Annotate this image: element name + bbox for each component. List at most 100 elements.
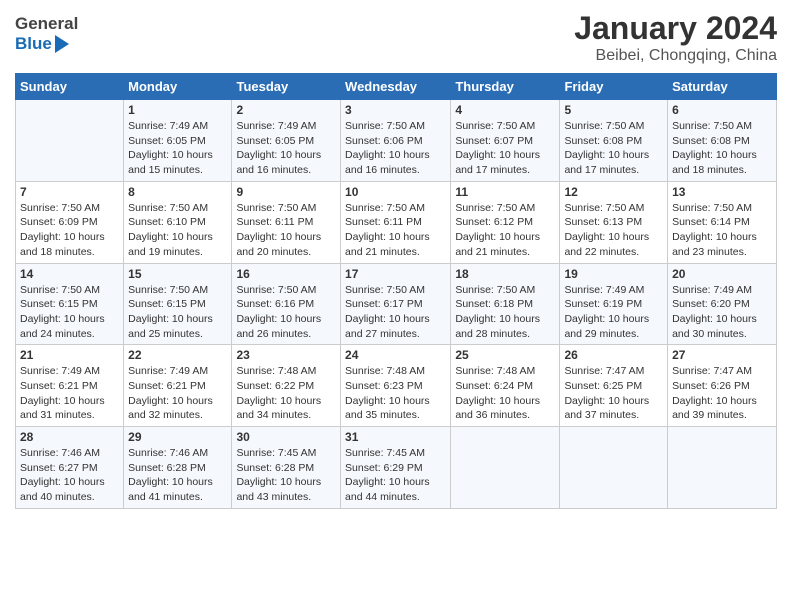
cell-info: Sunrise: 7:47 AM Sunset: 6:26 PM Dayligh… <box>672 364 772 423</box>
day-number: 13 <box>672 185 772 199</box>
sunrise-text: Sunrise: 7:50 AM <box>455 120 535 132</box>
sunset-text: Sunset: 6:28 PM <box>128 462 206 474</box>
daylight-text: Daylight: 10 hours and 41 minutes. <box>128 476 213 503</box>
day-number: 2 <box>236 103 336 117</box>
sunrise-text: Sunrise: 7:50 AM <box>455 202 535 214</box>
cell-info: Sunrise: 7:48 AM Sunset: 6:24 PM Dayligh… <box>455 364 555 423</box>
cell-info: Sunrise: 7:50 AM Sunset: 6:16 PM Dayligh… <box>236 283 336 342</box>
daylight-text: Daylight: 10 hours and 31 minutes. <box>20 395 105 422</box>
sunset-text: Sunset: 6:27 PM <box>20 462 98 474</box>
day-number: 5 <box>564 103 663 117</box>
cell-info: Sunrise: 7:50 AM Sunset: 6:15 PM Dayligh… <box>20 283 119 342</box>
day-number: 19 <box>564 267 663 281</box>
cell-info: Sunrise: 7:46 AM Sunset: 6:27 PM Dayligh… <box>20 446 119 505</box>
day-number: 25 <box>455 348 555 362</box>
cell-info: Sunrise: 7:49 AM Sunset: 6:21 PM Dayligh… <box>128 364 227 423</box>
day-number: 3 <box>345 103 446 117</box>
sunrise-text: Sunrise: 7:50 AM <box>564 202 644 214</box>
cell-info: Sunrise: 7:50 AM Sunset: 6:08 PM Dayligh… <box>564 119 663 178</box>
daylight-text: Daylight: 10 hours and 36 minutes. <box>455 395 540 422</box>
day-number: 6 <box>672 103 772 117</box>
sunrise-text: Sunrise: 7:48 AM <box>345 365 425 377</box>
calendar-cell: 12 Sunrise: 7:50 AM Sunset: 6:13 PM Dayl… <box>560 181 668 263</box>
sunset-text: Sunset: 6:11 PM <box>345 216 422 228</box>
day-number: 14 <box>20 267 119 281</box>
daylight-text: Daylight: 10 hours and 17 minutes. <box>455 149 540 176</box>
day-number: 26 <box>564 348 663 362</box>
daylight-text: Daylight: 10 hours and 30 minutes. <box>672 313 757 340</box>
sunset-text: Sunset: 6:22 PM <box>236 380 314 392</box>
calendar-cell <box>668 427 777 509</box>
sunset-text: Sunset: 6:07 PM <box>455 135 533 147</box>
sunset-text: Sunset: 6:17 PM <box>345 298 423 310</box>
daylight-text: Daylight: 10 hours and 26 minutes. <box>236 313 321 340</box>
cell-info: Sunrise: 7:50 AM Sunset: 6:07 PM Dayligh… <box>455 119 555 178</box>
daylight-text: Daylight: 10 hours and 28 minutes. <box>455 313 540 340</box>
daylight-text: Daylight: 10 hours and 34 minutes. <box>236 395 321 422</box>
calendar-cell: 6 Sunrise: 7:50 AM Sunset: 6:08 PM Dayli… <box>668 100 777 182</box>
sunrise-text: Sunrise: 7:50 AM <box>20 202 100 214</box>
sunset-text: Sunset: 6:20 PM <box>672 298 750 310</box>
calendar-cell: 13 Sunrise: 7:50 AM Sunset: 6:14 PM Dayl… <box>668 181 777 263</box>
day-number: 20 <box>672 267 772 281</box>
daylight-text: Daylight: 10 hours and 23 minutes. <box>672 231 757 258</box>
cell-info: Sunrise: 7:49 AM Sunset: 6:05 PM Dayligh… <box>236 119 336 178</box>
daylight-text: Daylight: 10 hours and 21 minutes. <box>455 231 540 258</box>
sunrise-text: Sunrise: 7:50 AM <box>128 202 208 214</box>
daylight-text: Daylight: 10 hours and 39 minutes. <box>672 395 757 422</box>
daylight-text: Daylight: 10 hours and 25 minutes. <box>128 313 213 340</box>
calendar-cell: 26 Sunrise: 7:47 AM Sunset: 6:25 PM Dayl… <box>560 345 668 427</box>
calendar-cell: 3 Sunrise: 7:50 AM Sunset: 6:06 PM Dayli… <box>341 100 451 182</box>
day-number: 24 <box>345 348 446 362</box>
cell-info: Sunrise: 7:50 AM Sunset: 6:17 PM Dayligh… <box>345 283 446 342</box>
daylight-text: Daylight: 10 hours and 24 minutes. <box>20 313 105 340</box>
day-number: 8 <box>128 185 227 199</box>
calendar-title: January 2024 <box>574 10 777 47</box>
day-number: 1 <box>128 103 227 117</box>
calendar-subtitle: Beibei, Chongqing, China <box>574 47 777 65</box>
daylight-text: Daylight: 10 hours and 27 minutes. <box>345 313 430 340</box>
sunrise-text: Sunrise: 7:50 AM <box>236 284 316 296</box>
header-wednesday: Wednesday <box>341 74 451 100</box>
cell-info: Sunrise: 7:48 AM Sunset: 6:22 PM Dayligh… <box>236 364 336 423</box>
calendar-week-row: 14 Sunrise: 7:50 AM Sunset: 6:15 PM Dayl… <box>16 263 777 345</box>
calendar-cell: 1 Sunrise: 7:49 AM Sunset: 6:05 PM Dayli… <box>124 100 232 182</box>
cell-info: Sunrise: 7:50 AM Sunset: 6:09 PM Dayligh… <box>20 201 119 260</box>
sunset-text: Sunset: 6:21 PM <box>20 380 98 392</box>
calendar-cell: 16 Sunrise: 7:50 AM Sunset: 6:16 PM Dayl… <box>232 263 341 345</box>
calendar-cell: 5 Sunrise: 7:50 AM Sunset: 6:08 PM Dayli… <box>560 100 668 182</box>
sunrise-text: Sunrise: 7:49 AM <box>236 120 316 132</box>
calendar-cell: 8 Sunrise: 7:50 AM Sunset: 6:10 PM Dayli… <box>124 181 232 263</box>
sunrise-text: Sunrise: 7:46 AM <box>128 447 208 459</box>
calendar-cell: 29 Sunrise: 7:46 AM Sunset: 6:28 PM Dayl… <box>124 427 232 509</box>
calendar-cell: 19 Sunrise: 7:49 AM Sunset: 6:19 PM Dayl… <box>560 263 668 345</box>
day-number: 22 <box>128 348 227 362</box>
calendar-week-row: 7 Sunrise: 7:50 AM Sunset: 6:09 PM Dayli… <box>16 181 777 263</box>
day-number: 17 <box>345 267 446 281</box>
sunset-text: Sunset: 6:08 PM <box>564 135 642 147</box>
calendar-cell: 15 Sunrise: 7:50 AM Sunset: 6:15 PM Dayl… <box>124 263 232 345</box>
calendar-week-row: 1 Sunrise: 7:49 AM Sunset: 6:05 PM Dayli… <box>16 100 777 182</box>
logo-text: General Blue <box>15 14 78 54</box>
cell-info: Sunrise: 7:50 AM Sunset: 6:06 PM Dayligh… <box>345 119 446 178</box>
calendar-cell: 21 Sunrise: 7:49 AM Sunset: 6:21 PM Dayl… <box>16 345 124 427</box>
sunrise-text: Sunrise: 7:45 AM <box>345 447 425 459</box>
day-number: 9 <box>236 185 336 199</box>
logo-blue: Blue <box>15 34 52 54</box>
sunrise-text: Sunrise: 7:50 AM <box>128 284 208 296</box>
cell-info: Sunrise: 7:48 AM Sunset: 6:23 PM Dayligh… <box>345 364 446 423</box>
sunrise-text: Sunrise: 7:50 AM <box>564 120 644 132</box>
calendar-cell <box>451 427 560 509</box>
cell-info: Sunrise: 7:50 AM Sunset: 6:14 PM Dayligh… <box>672 201 772 260</box>
sunrise-text: Sunrise: 7:50 AM <box>20 284 100 296</box>
cell-info: Sunrise: 7:50 AM Sunset: 6:15 PM Dayligh… <box>128 283 227 342</box>
calendar-cell: 24 Sunrise: 7:48 AM Sunset: 6:23 PM Dayl… <box>341 345 451 427</box>
logo-arrow-icon <box>55 35 69 53</box>
calendar-cell: 14 Sunrise: 7:50 AM Sunset: 6:15 PM Dayl… <box>16 263 124 345</box>
daylight-text: Daylight: 10 hours and 37 minutes. <box>564 395 649 422</box>
cell-info: Sunrise: 7:50 AM Sunset: 6:18 PM Dayligh… <box>455 283 555 342</box>
calendar-cell: 11 Sunrise: 7:50 AM Sunset: 6:12 PM Dayl… <box>451 181 560 263</box>
calendar-cell <box>16 100 124 182</box>
day-number: 31 <box>345 430 446 444</box>
calendar-cell: 25 Sunrise: 7:48 AM Sunset: 6:24 PM Dayl… <box>451 345 560 427</box>
